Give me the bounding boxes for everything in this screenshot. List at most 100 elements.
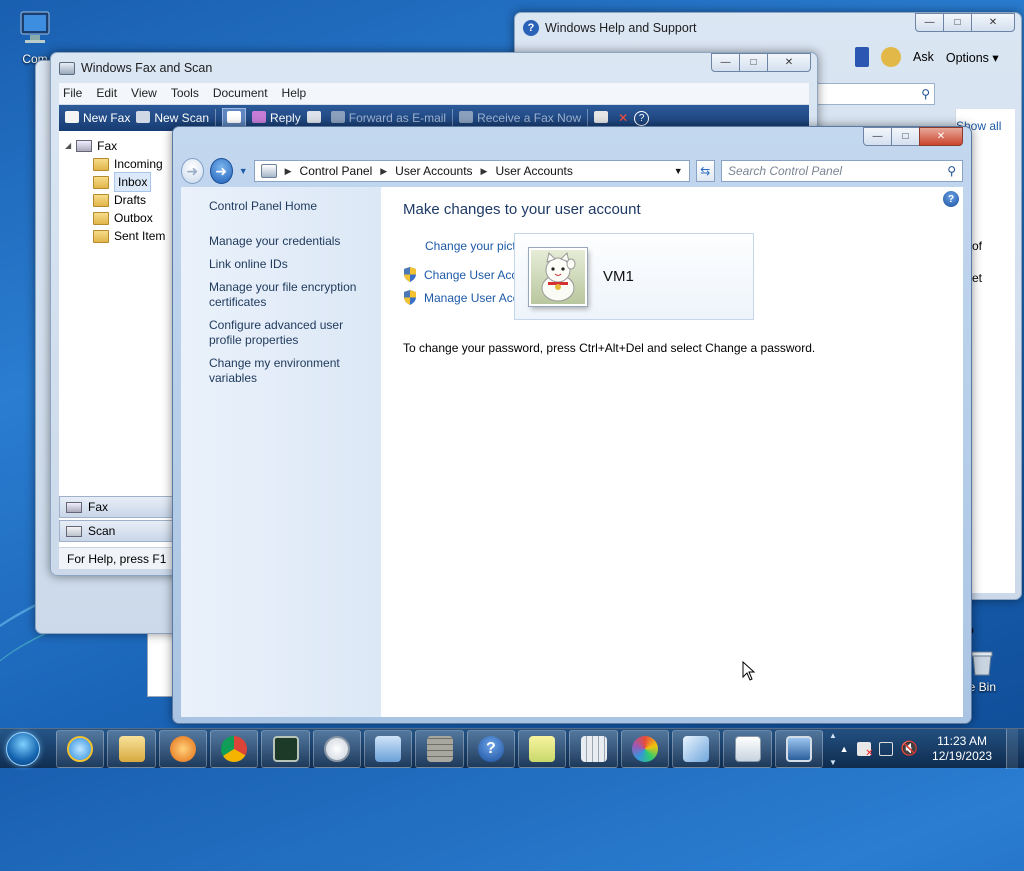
maximize-button[interactable]: □ xyxy=(739,53,768,72)
new-scan-button[interactable]: New Scan xyxy=(136,111,209,125)
refresh-icon: ⇆ xyxy=(700,164,711,178)
network-status-icon[interactable] xyxy=(878,741,893,756)
page-title: Make changes to your user account xyxy=(403,201,641,218)
tree-item-drafts[interactable]: Drafts xyxy=(65,191,173,209)
taskbar-task-manager[interactable] xyxy=(261,729,310,768)
refresh-button[interactable]: ⇆ xyxy=(695,160,715,182)
volume-muted-icon[interactable]: 🔇 xyxy=(901,740,918,757)
media-player-icon xyxy=(169,735,196,762)
tree-item-inbox[interactable]: Inbox xyxy=(65,172,173,192)
taskbar-sticky-notes[interactable] xyxy=(518,729,567,768)
show-hidden-icons-button[interactable]: ▲ xyxy=(840,744,849,754)
help-search-input[interactable]: ⚲ xyxy=(815,83,935,105)
address-dropdown-icon[interactable]: ▼ xyxy=(674,166,683,176)
maximize-button[interactable]: □ xyxy=(943,13,972,32)
control-panel-home-link[interactable]: Control Panel Home xyxy=(209,199,381,214)
tree-item-outbox[interactable]: Outbox xyxy=(65,209,173,227)
toolbar-separator xyxy=(452,109,454,127)
menu-file[interactable]: File xyxy=(63,86,82,101)
menu-document[interactable]: Document xyxy=(213,86,268,101)
lucky-cat-picture xyxy=(541,251,576,301)
folder-tree: ◢ Fax Incoming Inbox Drafts Outbox Sent … xyxy=(59,133,179,249)
minimize-button[interactable]: — xyxy=(915,13,944,32)
help-icon[interactable]: ? xyxy=(943,191,959,207)
collapse-arrow-icon[interactable]: ◢ xyxy=(65,137,71,155)
tree-item-sent[interactable]: Sent Item xyxy=(65,227,173,245)
maximize-button[interactable]: □ xyxy=(891,127,920,146)
show-desktop-button[interactable] xyxy=(1006,728,1019,769)
tree-item-incoming[interactable]: Incoming xyxy=(65,155,173,173)
menu-view[interactable]: View xyxy=(131,86,157,101)
close-button[interactable]: ✕ xyxy=(767,53,811,72)
close-button[interactable]: ✕ xyxy=(919,127,963,146)
manage-credentials-link[interactable]: Manage your credentials xyxy=(209,234,381,249)
reply-label: Reply xyxy=(270,111,301,125)
contacts-button[interactable] xyxy=(222,108,247,128)
scroll-down-icon[interactable]: ▼ xyxy=(829,758,837,767)
receive-fax-button[interactable]: Receive a Fax Now xyxy=(459,111,581,125)
tree-item-label: Incoming xyxy=(114,157,163,171)
tree-item-label: Inbox xyxy=(114,172,152,192)
ask-button[interactable]: Ask xyxy=(913,50,934,64)
taskbar-firewall[interactable] xyxy=(415,729,464,768)
recent-pages-dropdown[interactable]: ▼ xyxy=(239,166,248,176)
start-button[interactable] xyxy=(0,729,46,769)
file-encryption-link[interactable]: Manage your file encryption certificates xyxy=(209,280,369,310)
print-button[interactable] xyxy=(594,111,612,125)
taskbar-windows-explorer[interactable] xyxy=(107,729,156,768)
ask-icon[interactable] xyxy=(881,47,901,67)
cp-client-area: Control Panel Home Manage your credentia… xyxy=(181,187,963,717)
user-avatar[interactable] xyxy=(529,247,587,306)
options-label: Options xyxy=(945,50,989,65)
fax-icon xyxy=(76,140,93,152)
environment-variables-link[interactable]: Change my environment variables xyxy=(209,356,359,386)
search-input[interactable]: Search Control Panel ⚲ xyxy=(720,160,963,182)
forward-email-button[interactable]: Forward as E-mail xyxy=(330,111,446,125)
help-button[interactable]: ? xyxy=(634,110,650,126)
taskbar-calendar-clock[interactable] xyxy=(723,729,772,768)
breadcrumb-user-accounts[interactable]: User Accounts xyxy=(395,164,472,178)
breadcrumb-user-accounts-current[interactable]: User Accounts xyxy=(495,164,572,178)
taskbar-internet-explorer[interactable] xyxy=(56,729,105,768)
breadcrumb-control-panel[interactable]: Control Panel xyxy=(300,164,373,178)
taskbar-remote-desktop[interactable] xyxy=(774,729,824,768)
link-online-ids-link[interactable]: Link online IDs xyxy=(209,257,381,272)
profile-properties-link[interactable]: Configure advanced user profile properti… xyxy=(209,318,359,348)
taskbar-fax-scan[interactable] xyxy=(672,729,721,768)
menu-help[interactable]: Help xyxy=(282,86,307,101)
back-button[interactable]: ➜ xyxy=(181,158,204,184)
fax-scan-icon xyxy=(683,735,710,762)
nav-pane-label: Fax xyxy=(88,500,109,514)
address-bar[interactable]: ▶ Control Panel ▶ User Accounts ▶ User A… xyxy=(253,160,690,182)
taskbar-chrome[interactable] xyxy=(210,729,259,768)
book-icon[interactable] xyxy=(855,47,869,67)
options-button[interactable]: Options ▾ xyxy=(946,50,999,65)
scroll-up-icon[interactable]: ▲ xyxy=(829,731,837,740)
reply-button[interactable]: Reply xyxy=(252,111,301,125)
close-button[interactable]: ✕ xyxy=(971,13,1015,32)
tree-root-fax[interactable]: ◢ Fax xyxy=(65,137,173,155)
taskbar-paint[interactable] xyxy=(620,729,670,768)
taskbar-calculator[interactable] xyxy=(569,729,618,768)
minimize-button[interactable]: — xyxy=(711,53,740,72)
minimize-button[interactable]: — xyxy=(863,127,892,146)
forward-button[interactable]: ➜ xyxy=(209,158,233,184)
receive-fax-icon xyxy=(459,111,474,123)
taskbar-scroll[interactable]: ▲ ▼ xyxy=(826,731,840,767)
taskbar-help[interactable]: ? xyxy=(466,729,516,768)
taskbar-media-player[interactable] xyxy=(158,729,208,768)
menu-edit[interactable]: Edit xyxy=(96,86,117,101)
system-clock[interactable]: 11:23 AM 12/19/2023 xyxy=(926,734,998,764)
taskbar-gauge[interactable] xyxy=(312,729,362,768)
taskbar-network[interactable] xyxy=(364,729,413,768)
menu-tools[interactable]: Tools xyxy=(171,86,199,101)
new-fax-button[interactable]: New Fax xyxy=(65,111,130,125)
outbox-folder-icon xyxy=(93,211,109,225)
left-task-pane: Control Panel Home Manage your credentia… xyxy=(181,187,381,717)
remote-desktop-icon xyxy=(785,735,812,762)
delete-x-icon: ✕ xyxy=(618,111,629,125)
action-center-icon[interactable]: ✕ xyxy=(856,741,874,759)
fax-printer-button[interactable] xyxy=(306,111,325,125)
delete-button[interactable]: ✕ xyxy=(618,111,628,125)
control-panel-window[interactable]: — □ ✕ ➜ ➜ ▼ ▶ Control Panel ▶ User Accou… xyxy=(172,126,972,724)
